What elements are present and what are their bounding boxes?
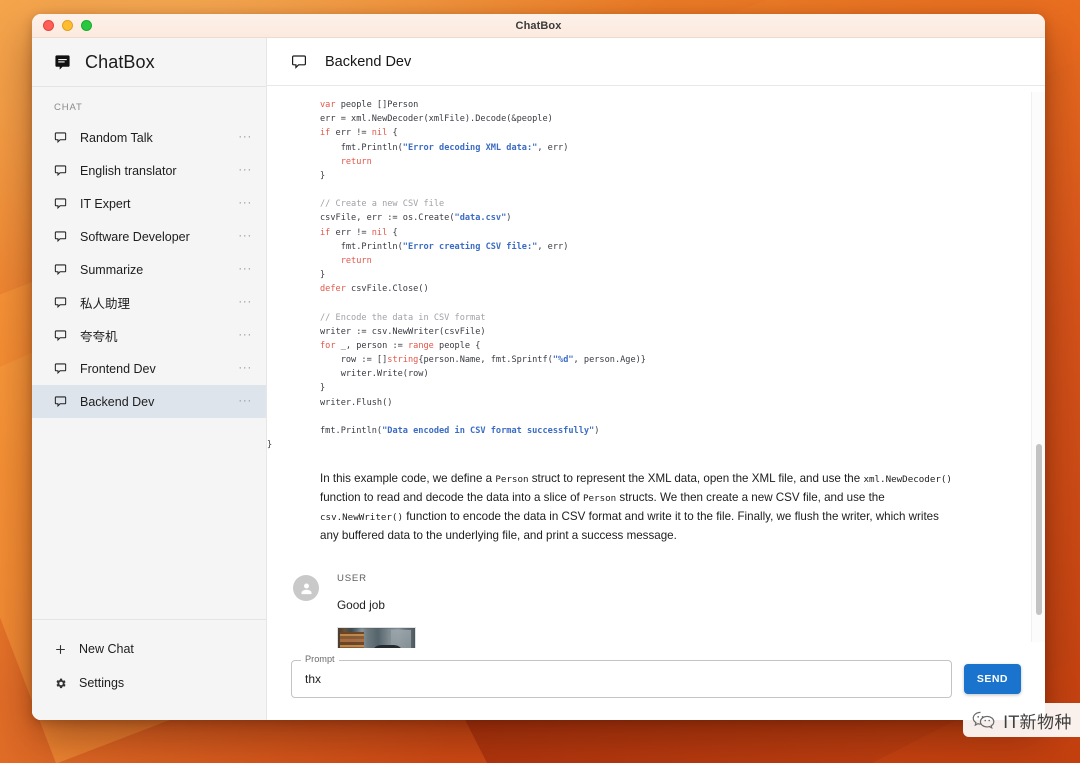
- user-message-body: USER Good job: [337, 573, 1031, 648]
- app-brand-label: ChatBox: [85, 52, 155, 73]
- attached-image[interactable]: [337, 627, 416, 648]
- sidebar-item-2[interactable]: English translator ···: [32, 154, 266, 187]
- chat-outline-icon: [54, 395, 67, 408]
- sidebar-item-label: Backend Dev: [80, 395, 225, 409]
- sidebar-item-label: IT Expert: [80, 197, 225, 211]
- sidebar-item-menu-icon[interactable]: ···: [238, 229, 252, 245]
- sidebar-item-label: Summarize: [80, 263, 225, 277]
- sidebar-item-label: 夸夸机: [80, 326, 225, 345]
- send-button[interactable]: SEND: [964, 664, 1021, 694]
- sidebar-item-7[interactable]: 夸夸机 ···: [32, 319, 266, 352]
- sidebar-item-menu-icon[interactable]: ···: [238, 328, 252, 344]
- conversation-header: Backend Dev: [267, 38, 1045, 86]
- sidebar-item-6[interactable]: 私人助理 ···: [32, 286, 266, 319]
- sidebar-item-3[interactable]: IT Expert ···: [32, 187, 266, 220]
- sidebar: ChatBox CHAT Random Talk···English trans…: [32, 38, 267, 720]
- sidebar-item-label: 私人助理: [80, 293, 225, 312]
- composer: Prompt thx SEND: [267, 648, 1045, 720]
- sidebar-item-5[interactable]: Summarize ···: [32, 253, 266, 286]
- main-panel: Backend Dev var people []Person err = xm…: [267, 38, 1045, 720]
- messages-scrollbar-thumb[interactable]: [1036, 444, 1042, 615]
- new-chat-button[interactable]: New Chat: [32, 632, 266, 666]
- chat-outline-icon: [54, 362, 67, 375]
- sidebar-item-9[interactable]: Backend Dev ···: [32, 385, 266, 418]
- sidebar-item-label: English translator: [80, 164, 225, 178]
- chat-filled-icon: [54, 54, 71, 71]
- sidebar-item-4[interactable]: Software Developer ···: [32, 220, 266, 253]
- watermark-text: IT新物种: [1003, 708, 1072, 733]
- sidebar-item-menu-icon[interactable]: ···: [238, 394, 252, 410]
- conversation-title: Backend Dev: [325, 54, 411, 70]
- window-title: ChatBox: [32, 20, 1045, 32]
- wechat-icon: [971, 709, 997, 731]
- messages-scrollbar-track[interactable]: [1031, 92, 1045, 642]
- chat-outline-icon: [54, 131, 67, 144]
- messages-list: var people []Person err = xml.NewDecoder…: [267, 86, 1031, 648]
- assistant-explanation: In this example code, we define a Person…: [267, 460, 1031, 545]
- assistant-code-block: var people []Person err = xml.NewDecoder…: [267, 86, 1031, 460]
- user-message-text: Good job: [337, 598, 1031, 612]
- sidebar-item-menu-icon[interactable]: ···: [238, 295, 252, 311]
- sidebar-item-menu-icon[interactable]: ···: [238, 130, 252, 146]
- gear-icon: [54, 677, 67, 690]
- prompt-input[interactable]: Prompt thx: [291, 660, 952, 698]
- sidebar-item-menu-icon[interactable]: ···: [238, 196, 252, 212]
- chat-outline-icon: [54, 164, 67, 177]
- inline-code: Person: [583, 493, 616, 504]
- window-titlebar: ChatBox: [32, 14, 1045, 38]
- chat-outline-icon: [54, 197, 67, 210]
- inline-code: csv.NewWriter(): [320, 512, 403, 523]
- inline-code: xml.NewDecoder(): [863, 474, 952, 485]
- settings-button[interactable]: Settings: [32, 666, 266, 700]
- sidebar-item-8[interactable]: Frontend Dev ···: [32, 352, 266, 385]
- chat-outline-icon: [54, 329, 67, 342]
- prompt-input-value: thx: [305, 672, 321, 686]
- sidebar-item-label: Software Developer: [80, 230, 225, 244]
- message-role-label: USER: [337, 573, 1031, 584]
- sidebar-item-menu-icon[interactable]: ···: [238, 361, 252, 377]
- footer-item-label: New Chat: [79, 642, 134, 656]
- sidebar-item-1[interactable]: Random Talk ···: [32, 121, 266, 154]
- chat-list: Random Talk···English translator···IT Ex…: [32, 121, 266, 619]
- app-brand: ChatBox: [32, 38, 266, 86]
- sidebar-item-menu-icon[interactable]: ···: [238, 262, 252, 278]
- sidebar-item-label: Random Talk: [80, 131, 225, 145]
- prompt-input-label: Prompt: [301, 655, 339, 664]
- person-avatar-icon: [293, 575, 319, 601]
- messages-scroll-area[interactable]: var people []Person err = xml.NewDecoder…: [267, 86, 1045, 648]
- sidebar-item-label: Frontend Dev: [80, 362, 225, 376]
- watermark: IT新物种: [963, 703, 1080, 737]
- chat-outline-icon: [54, 263, 67, 276]
- sidebar-item-menu-icon[interactable]: ···: [238, 163, 252, 179]
- chat-section-label: CHAT: [32, 87, 266, 121]
- chatbox-window: ChatBox ChatBox CHAT Random Talk···Engli…: [32, 14, 1045, 720]
- footer-item-label: Settings: [79, 676, 124, 690]
- chat-outline-icon: [54, 296, 67, 309]
- chat-outline-icon: [54, 230, 67, 243]
- sidebar-footer: New Chat Settings: [32, 619, 266, 720]
- chat-outline-icon: [291, 54, 307, 70]
- inline-code: Person: [495, 474, 528, 485]
- plus-icon: [54, 643, 67, 656]
- user-message: USER Good job: [267, 545, 1031, 648]
- window-body: ChatBox CHAT Random Talk···English trans…: [32, 38, 1045, 720]
